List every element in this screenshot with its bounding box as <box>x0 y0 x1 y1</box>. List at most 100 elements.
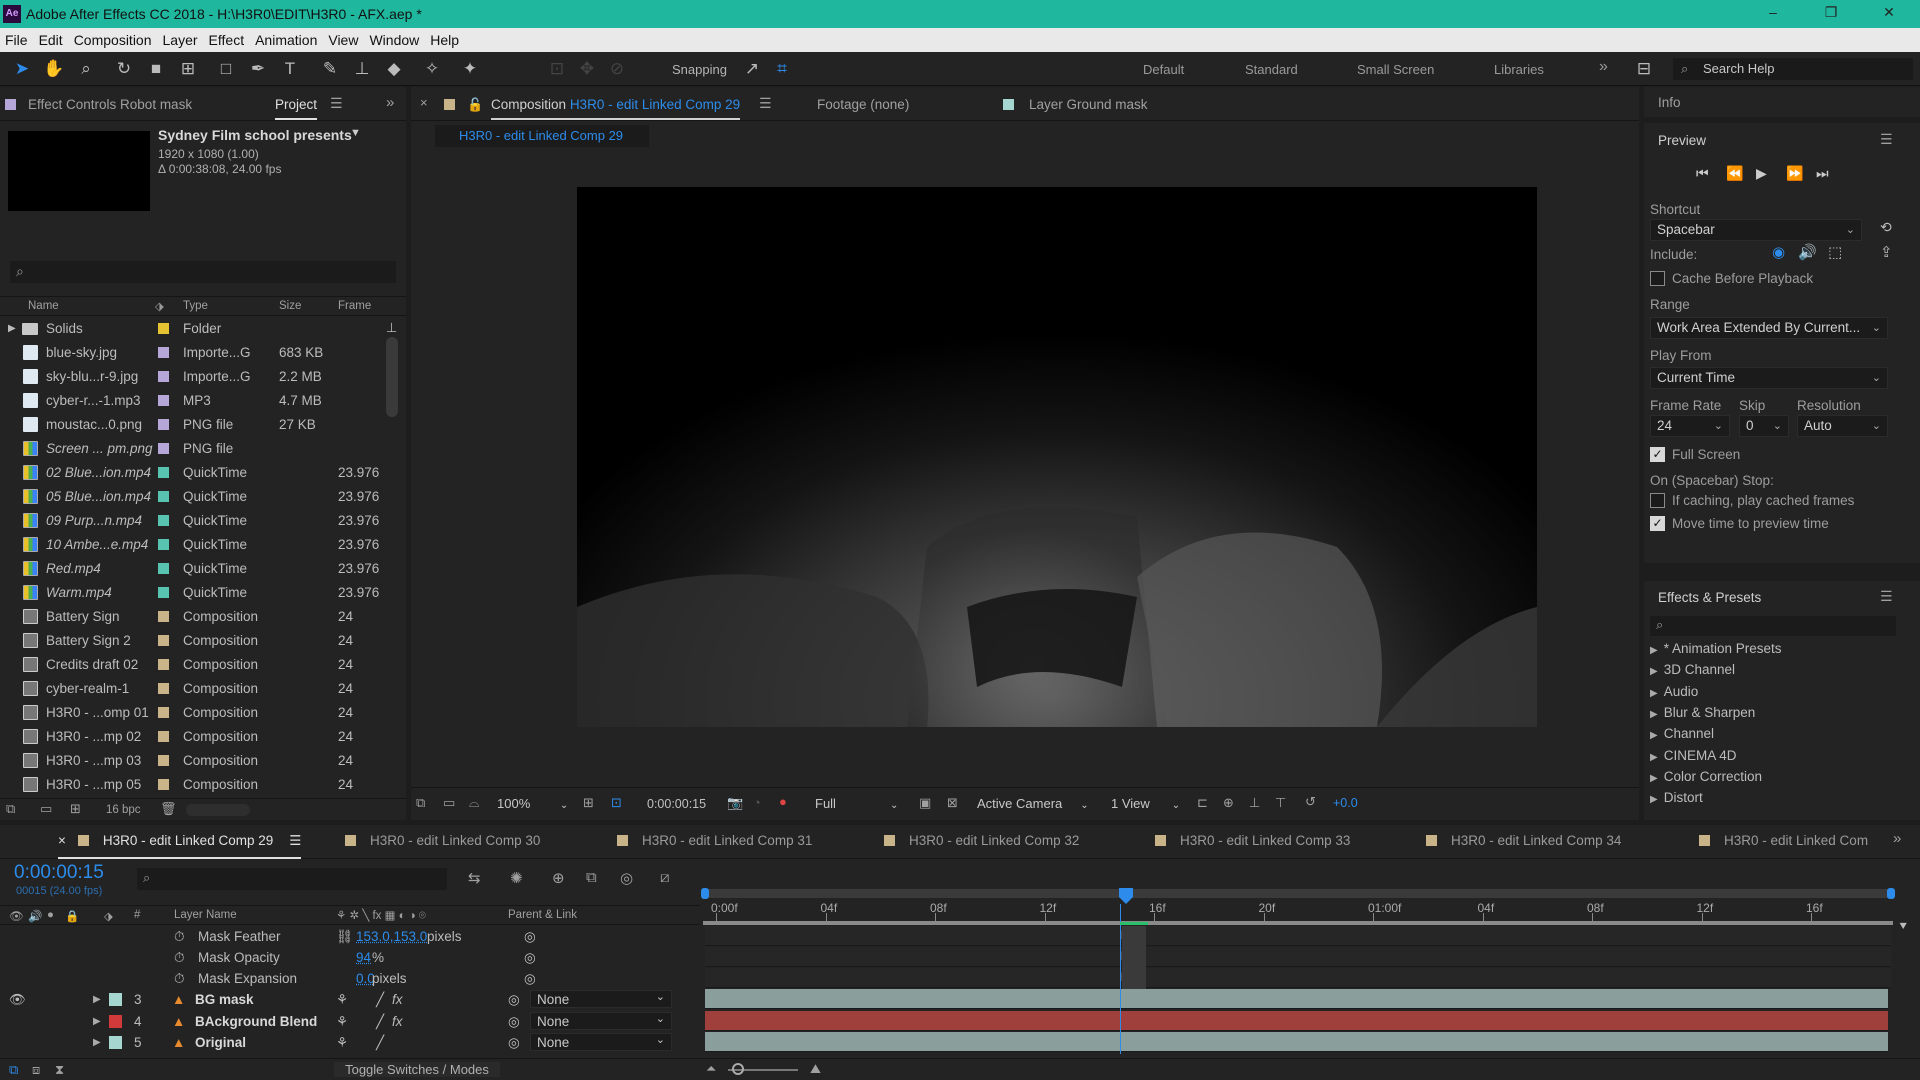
cache-before-playback-checkbox[interactable] <box>1650 271 1665 286</box>
label-swatch[interactable] <box>158 347 169 358</box>
label-swatch[interactable] <box>158 731 169 742</box>
info-panel-title[interactable]: Info <box>1658 95 1681 110</box>
project-item[interactable]: Credits draft 02 Composition 24 <box>0 653 406 677</box>
effects-search-input[interactable]: ⌕ <box>1650 616 1896 636</box>
type-tool-icon[interactable]: T <box>278 58 302 80</box>
lock-icon[interactable]: 🔓 <box>467 97 483 113</box>
workspace-default[interactable]: Default <box>1143 62 1184 77</box>
timeline-scrollbar[interactable]: ⯆ <box>1898 867 1912 1055</box>
close-tab-icon[interactable]: × <box>420 95 428 110</box>
flowchart-icon[interactable]: ⊥ <box>386 320 397 336</box>
frame-rate-dropdown[interactable]: 24 ⌄ <box>1650 415 1730 437</box>
roto-brush-tool-icon[interactable]: ✧ <box>420 58 444 80</box>
axis-mode-icon[interactable]: ⊡ <box>545 58 569 80</box>
effects-category[interactable]: ▶ Distort <box>1650 790 1703 805</box>
frame-blending-icon[interactable]: ⧉ <box>586 869 597 886</box>
reset-shortcut-icon[interactable]: ⟲ <box>1880 219 1892 236</box>
workspace-menu-icon[interactable]: ⊟ <box>1632 58 1656 80</box>
include-video-icon[interactable]: ◉ <box>1772 243 1785 261</box>
project-item[interactable]: Battery Sign 2 Composition 24 <box>0 629 406 653</box>
tab-menu-icon[interactable]: ☰ <box>289 833 301 848</box>
new-folder-icon[interactable]: ▭ <box>40 801 52 817</box>
in-out-toggle-icon[interactable]: ⧗ <box>55 1062 64 1078</box>
project-item[interactable]: Warm.mp4 QuickTime 23.976 <box>0 581 406 605</box>
project-item[interactable]: cyber-realm-1 Composition 24 <box>0 677 406 701</box>
clone-stamp-tool-icon[interactable]: ⊥ <box>350 58 374 80</box>
zoom-in-icon[interactable]: ⛰ <box>810 1061 821 1077</box>
reset-exposure-icon[interactable]: ↺ <box>1305 794 1316 810</box>
skip-dropdown[interactable]: 0 ⌄ <box>1739 415 1789 437</box>
tab-composition[interactable]: Composition H3R0 - edit Linked Comp 29 <box>491 97 741 120</box>
play-from-dropdown[interactable]: Current Time ⌄ <box>1650 367 1888 389</box>
search-help-input[interactable]: ⌕ Search Help <box>1673 58 1913 80</box>
label-swatch[interactable] <box>158 683 169 694</box>
selection-tool-icon[interactable]: ➤ <box>10 58 34 80</box>
brush-tool-icon[interactable]: ✎ <box>318 58 342 80</box>
rectangle-tool-icon[interactable]: □ <box>214 58 238 80</box>
label-swatch[interactable] <box>158 587 169 598</box>
bit-depth-button[interactable]: 16 bpc <box>106 804 141 816</box>
new-composition-icon[interactable]: ⊞ <box>70 801 81 817</box>
include-overlays-icon[interactable]: ⬚ <box>1828 243 1842 261</box>
av-visibility-icon[interactable]: 👁 <box>9 909 24 923</box>
thumbnail-size-slider[interactable] <box>186 804 250 816</box>
label-swatch[interactable] <box>158 419 169 430</box>
flowchart-icon[interactable]: ⊤ <box>1275 795 1286 811</box>
menu-help[interactable]: Help <box>429 32 460 48</box>
resolution-dropdown[interactable]: Auto ⌄ <box>1797 415 1888 437</box>
label-column-tag-icon[interactable]: ⬗ <box>104 909 113 923</box>
workspace-standard[interactable]: Standard <box>1245 62 1298 77</box>
tab-layer[interactable]: Layer Ground mask <box>1029 97 1148 112</box>
snapshot-camera-icon[interactable]: 📷 <box>727 795 743 811</box>
region-of-interest-icon[interactable]: ▣ <box>919 795 931 811</box>
menu-window[interactable]: Window <box>368 32 420 48</box>
project-search-input[interactable]: ⌕ <box>10 261 396 283</box>
label-swatch[interactable] <box>158 371 169 382</box>
motion-blur-icon[interactable]: ◎ <box>620 869 633 887</box>
column-name[interactable]: Name <box>28 300 59 312</box>
world-axis-icon[interactable]: ✥ <box>575 58 599 80</box>
close-tab-icon[interactable]: × <box>58 833 66 848</box>
project-item[interactable]: H3R0 - ...mp 02 Composition 24 <box>0 725 406 749</box>
puppet-tool-icon[interactable]: ✦ <box>458 58 482 80</box>
label-swatch[interactable] <box>158 539 169 550</box>
project-item[interactable]: sky-blu...r-9.jpg Importe...G 2.2 MB <box>0 365 406 389</box>
fit-region-icon[interactable]: ⊞ <box>583 795 594 811</box>
fast-previews-icon[interactable]: ⊕ <box>1223 795 1234 811</box>
panel-menu-icon[interactable]: ☰ <box>330 95 343 112</box>
label-swatch[interactable] <box>158 611 169 622</box>
label-swatch[interactable] <box>158 755 169 766</box>
menu-effect[interactable]: Effect <box>208 32 246 48</box>
range-dropdown[interactable]: Work Area Extended By Current... ⌄ <box>1650 317 1888 339</box>
layer-duration-bar[interactable] <box>705 989 1888 1009</box>
current-time-indicator[interactable] <box>1118 888 1134 904</box>
restore-button[interactable]: ❐ <box>1816 4 1846 21</box>
project-item[interactable]: blue-sky.jpg Importe...G 683 KB <box>0 341 406 365</box>
exposure-value[interactable]: +0.0 <box>1333 796 1358 810</box>
draft-3d-icon[interactable]: ✺ <box>510 869 523 887</box>
audio-column-icon[interactable]: 🔊 <box>28 909 42 923</box>
column-frame[interactable]: Frame <box>338 300 371 312</box>
effects-presets-title[interactable]: Effects & Presets <box>1658 590 1761 605</box>
toggle-transparency-icon[interactable]: ⊠ <box>947 795 958 811</box>
move-time-checkbox[interactable]: ✓ <box>1650 516 1665 531</box>
expand-triangle-icon[interactable]: ▶ <box>8 323 16 334</box>
project-item[interactable]: 05 Blue...ion.mp4 QuickTime 23.976 <box>0 485 406 509</box>
monitor-icon[interactable]: ▭ <box>443 795 455 811</box>
workspaces-more-button[interactable]: » <box>1599 58 1608 76</box>
timeline-panel-icon[interactable]: ⊥ <box>1249 795 1260 811</box>
vr-headset-icon[interactable]: ⌓ <box>469 795 479 811</box>
lock-column-icon[interactable]: 🔒 <box>65 909 79 923</box>
menu-edit[interactable]: Edit <box>38 32 64 48</box>
number-column[interactable]: # <box>134 909 140 921</box>
layer-name-column[interactable]: Layer Name <box>174 909 237 921</box>
snap-features-icon[interactable]: ⌗ <box>770 58 794 80</box>
effects-category[interactable]: ▶ * Animation Presets <box>1650 641 1782 656</box>
menu-composition[interactable]: Composition <box>73 32 153 48</box>
effects-category[interactable]: ▶ CINEMA 4D <box>1650 748 1736 763</box>
project-scrollbar[interactable] <box>386 337 398 417</box>
effects-category[interactable]: ▶ 3D Channel <box>1650 662 1735 677</box>
label-swatch[interactable] <box>158 467 169 478</box>
menu-layer[interactable]: Layer <box>162 32 199 48</box>
timeline-tab[interactable]: H3R0 - edit Linked Comp 32 <box>884 833 1079 848</box>
